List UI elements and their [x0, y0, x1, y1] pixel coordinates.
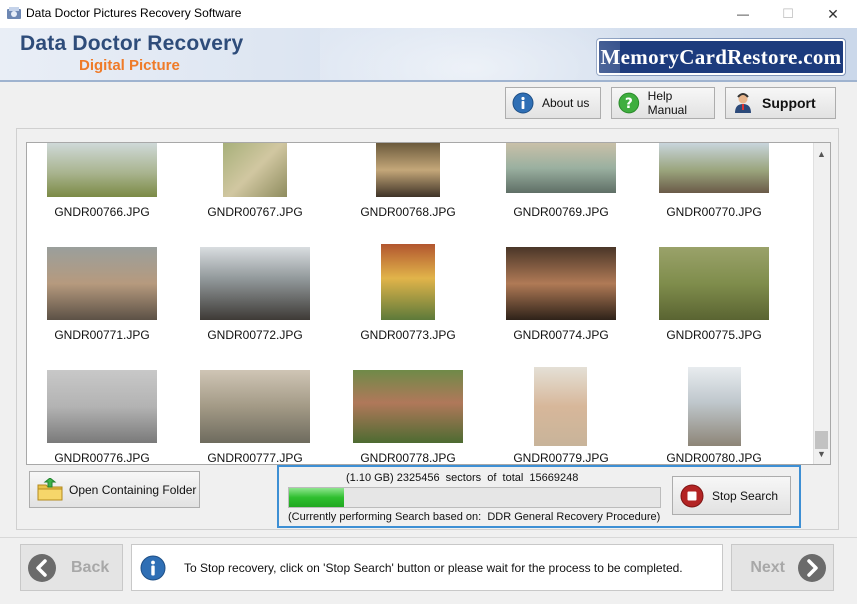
photo-thumbnail	[659, 247, 769, 320]
info-icon	[512, 92, 534, 114]
photo-thumbnail	[381, 244, 435, 320]
support-person-icon	[735, 93, 751, 113]
next-button[interactable]: Next	[731, 544, 834, 591]
support-button[interactable]: Support	[725, 87, 836, 119]
thumbnail-filename: GNDR00766.JPG	[54, 205, 150, 219]
minimize-icon: —	[737, 7, 749, 21]
thumbnail-filename: GNDR00779.JPG	[513, 451, 609, 465]
photo-thumbnail	[223, 143, 287, 197]
support-label: Support	[762, 95, 816, 111]
photo-thumbnail	[200, 370, 310, 443]
thumbnail-filename: GNDR00777.JPG	[207, 451, 303, 465]
site-logo[interactable]: MemoryCardRestore.com	[597, 39, 845, 75]
scroll-down-icon[interactable]: ▼	[813, 445, 830, 462]
back-label: Back	[71, 558, 110, 576]
thumbnail-filename: GNDR00770.JPG	[666, 205, 762, 219]
stop-icon	[680, 484, 704, 507]
photo-thumbnail	[200, 247, 310, 320]
photo-thumbnail	[659, 143, 769, 193]
thumbnail-filename: GNDR00768.JPG	[360, 205, 456, 219]
thumbnail-filename: GNDR00776.JPG	[54, 451, 150, 465]
photo-thumbnail	[506, 247, 616, 320]
search-progress-panel: (1.10 GB) 2325456 sectors of total 15669…	[277, 465, 801, 528]
info-message: To Stop recovery, click on 'Stop Search'…	[184, 560, 683, 575]
photo-thumbnail	[47, 247, 157, 320]
next-arrow-icon	[798, 553, 826, 582]
app-icon	[7, 7, 21, 19]
scroll-up-icon[interactable]: ▲	[813, 145, 830, 162]
title-bar: Data Doctor Pictures Recovery Software —…	[0, 0, 857, 28]
thumbnail-filename: GNDR00780.JPG	[666, 451, 762, 465]
minimize-button[interactable]: —	[720, 0, 766, 28]
maximize-icon: ☐	[782, 6, 794, 21]
thumbnail-gallery[interactable]: GNDR00766.JPG GNDR00767.JPG GNDR00768.JP…	[26, 142, 831, 465]
photo-thumbnail	[534, 367, 587, 446]
stop-search-button[interactable]: Stop Search	[672, 476, 791, 515]
photo-thumbnail	[376, 143, 440, 197]
open-containing-folder-button[interactable]: Open Containing Folder	[29, 471, 200, 508]
maximize-button[interactable]: ☐	[765, 0, 811, 28]
photo-thumbnail	[506, 143, 616, 193]
window-title: Data Doctor Pictures Recovery Software	[26, 6, 242, 20]
help-manual-button[interactable]: ? Help Manual	[611, 87, 715, 119]
progress-bar	[288, 487, 661, 508]
svg-text:?: ?	[625, 96, 633, 112]
photo-thumbnail	[47, 143, 157, 197]
photo-thumbnail	[688, 367, 741, 446]
thumbnail-filename: GNDR00778.JPG	[360, 451, 456, 465]
thumbnail-filename: GNDR00774.JPG	[513, 328, 609, 342]
progress-bar-fill	[289, 488, 344, 507]
thumbnail-filename: GNDR00773.JPG	[360, 328, 456, 342]
sectors-progress-text: (1.10 GB) 2325456 sectors of total 15669…	[346, 472, 579, 484]
about-us-label: About us	[542, 96, 590, 110]
folder-icon	[37, 477, 63, 500]
back-arrow-icon	[28, 553, 56, 582]
photo-thumbnail	[47, 370, 157, 443]
gallery-scrollbar[interactable]: ▲ ▼	[813, 143, 830, 464]
photo-thumbnail	[353, 370, 463, 443]
thumbnail-filename: GNDR00775.JPG	[666, 328, 762, 342]
thumbnail-filename: GNDR00767.JPG	[207, 205, 303, 219]
header-banner: Data Doctor Recovery Digital Picture Mem…	[0, 28, 857, 80]
thumbnail-filename: GNDR00771.JPG	[54, 328, 150, 342]
back-button[interactable]: Back	[20, 544, 123, 591]
stop-search-label: Stop Search	[712, 488, 779, 503]
brand-title: Data Doctor Recovery	[20, 32, 244, 55]
brand-subtitle: Digital Picture	[79, 57, 180, 74]
footer-divider	[0, 537, 857, 538]
about-us-button[interactable]: About us	[505, 87, 601, 119]
help-icon: ?	[618, 92, 640, 114]
thumbnail-filename: GNDR00772.JPG	[207, 328, 303, 342]
header-divider	[0, 80, 857, 82]
next-label: Next	[750, 558, 785, 576]
search-status-text: (Currently performing Search based on: D…	[288, 511, 661, 523]
close-button[interactable]: ✕	[810, 0, 856, 28]
open-folder-label: Open Containing Folder	[69, 482, 197, 497]
thumbnail-filename: GNDR00769.JPG	[513, 205, 609, 219]
close-icon: ✕	[827, 5, 839, 22]
help-manual-label: Help Manual	[647, 89, 688, 117]
info-message-bar: To Stop recovery, click on 'Stop Search'…	[131, 544, 723, 591]
info-icon	[140, 555, 166, 580]
